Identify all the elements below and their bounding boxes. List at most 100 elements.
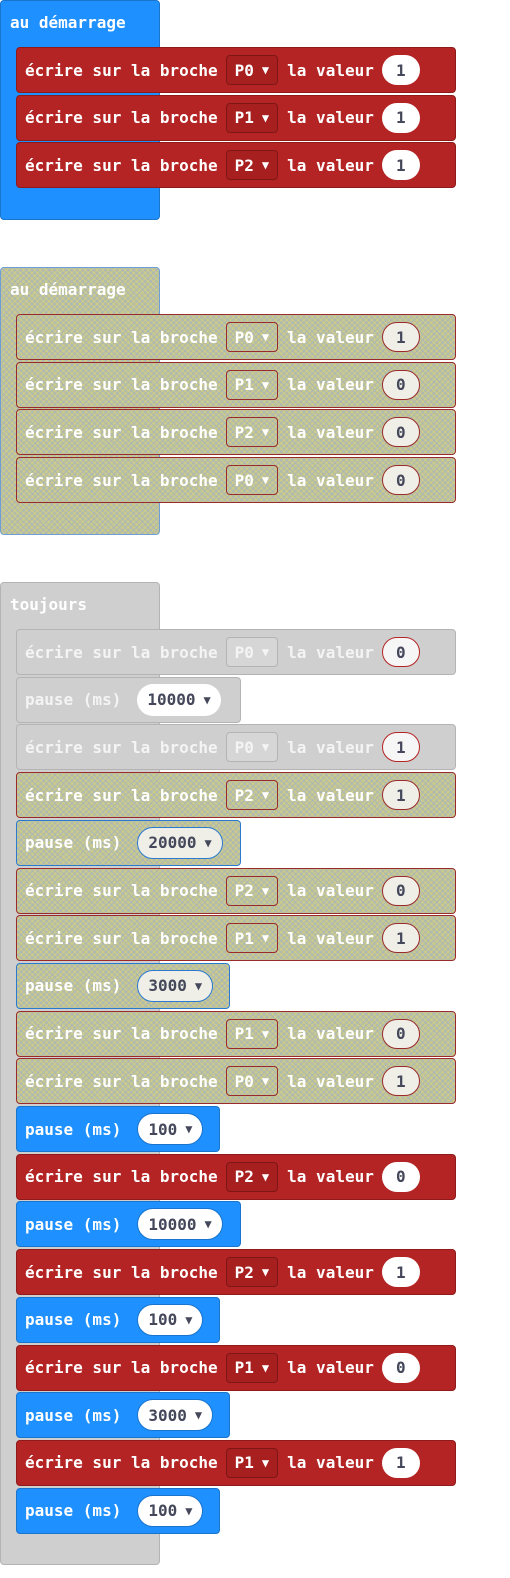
pin-dropdown[interactable]: P1 ▼: [225, 1018, 279, 1049]
pause-block[interactable]: pause (ms) 100 ▼: [16, 1106, 220, 1152]
duration-dropdown[interactable]: 10000 ▼: [137, 1208, 223, 1241]
pin-dropdown[interactable]: P0 ▼: [225, 1066, 279, 1097]
pin-dropdown[interactable]: P0 ▼: [225, 55, 279, 85]
pause-block[interactable]: pause (ms) 10000 ▼: [16, 1201, 241, 1248]
value-label: la valeur: [287, 1024, 374, 1044]
caret-down-icon: ▼: [185, 1312, 193, 1327]
pin-dropdown[interactable]: P0 ▼: [225, 637, 279, 667]
digital-write-block[interactable]: écrire sur la broche P1 ▼ la valeur 1: [16, 1439, 456, 1486]
digital-write-block[interactable]: écrire sur la broche P0 ▼ la valeur 0: [16, 457, 456, 504]
pause-label: pause (ms): [25, 690, 122, 710]
pin-dropdown[interactable]: P1 ▼: [225, 1447, 279, 1478]
digital-write-block[interactable]: écrire sur la broche P2 ▼ la valeur 1: [16, 142, 456, 189]
duration-dropdown[interactable]: 100 ▼: [137, 1303, 204, 1336]
digital-write-block[interactable]: écrire sur la broche P0 ▼ la valeur 1: [16, 724, 456, 771]
value-label: la valeur: [287, 108, 374, 128]
pause-block[interactable]: pause (ms) 3000 ▼: [16, 962, 230, 1009]
digital-write-block[interactable]: écrire sur la broche P1 ▼ la valeur 0: [16, 1010, 456, 1057]
caret-down-icon: ▼: [261, 883, 270, 898]
value-input[interactable]: 1: [381, 55, 420, 85]
value-input[interactable]: 1: [381, 1066, 420, 1097]
value-input[interactable]: 1: [381, 322, 420, 352]
digital-write-block[interactable]: écrire sur la broche P0 ▼ la valeur 1: [16, 1058, 456, 1105]
pin-value: P1: [234, 1024, 254, 1044]
digital-write-block[interactable]: écrire sur la broche P0 ▼ la valeur 1: [16, 314, 456, 360]
digital-write-block[interactable]: écrire sur la broche P1 ▼ la valeur 0: [16, 361, 456, 408]
value-input[interactable]: 0: [381, 875, 420, 906]
duration-dropdown[interactable]: 10000 ▼: [137, 683, 221, 716]
duration-dropdown[interactable]: 20000 ▼: [137, 826, 223, 859]
pause-block[interactable]: pause (ms) 10000 ▼: [16, 676, 241, 723]
value-input[interactable]: 0: [381, 417, 420, 448]
value-label: la valeur: [287, 1262, 374, 1282]
pause-label: pause (ms): [25, 1119, 122, 1139]
duration-value: 20000: [148, 833, 197, 853]
duration-value: 100: [148, 1501, 178, 1521]
digital-write-block[interactable]: écrire sur la broche P2 ▼ la valeur 1: [16, 772, 456, 819]
write-label: écrire sur la broche: [25, 108, 218, 128]
value-input[interactable]: 1: [381, 780, 420, 811]
write-label: écrire sur la broche: [25, 881, 218, 900]
pin-value: P2: [234, 1167, 254, 1187]
pin-dropdown[interactable]: P2 ▼: [225, 150, 279, 181]
pin-dropdown[interactable]: P0 ▼: [225, 322, 279, 352]
write-label: écrire sur la broche: [25, 737, 218, 757]
digital-write-block[interactable]: écrire sur la broche P1 ▼ la valeur 0: [16, 1344, 456, 1391]
pin-dropdown[interactable]: P2 ▼: [225, 417, 279, 448]
pause-block[interactable]: pause (ms) 3000 ▼: [16, 1392, 230, 1439]
pin-dropdown[interactable]: P1 ▼: [225, 102, 279, 133]
write-label: écrire sur la broche: [25, 1358, 218, 1377]
write-label: écrire sur la broche: [25, 642, 218, 662]
value-input[interactable]: 1: [381, 923, 420, 954]
pin-value: P1: [234, 1453, 254, 1473]
duration-dropdown[interactable]: 3000 ▼: [137, 1399, 214, 1432]
duration-value: 10000: [148, 1214, 197, 1234]
write-label: écrire sur la broche: [25, 1167, 218, 1187]
pin-value: P2: [234, 422, 254, 442]
pin-value: P2: [234, 155, 254, 175]
pause-label: pause (ms): [25, 1405, 122, 1425]
pin-dropdown[interactable]: P0 ▼: [225, 732, 279, 763]
value-input[interactable]: 0: [381, 369, 420, 400]
caret-down-icon: ▼: [261, 63, 270, 77]
value-input[interactable]: 1: [381, 732, 420, 763]
pin-dropdown[interactable]: P1 ▼: [225, 923, 279, 954]
caret-down-icon: ▼: [261, 1074, 270, 1089]
value-input[interactable]: 0: [381, 1018, 420, 1049]
pin-dropdown[interactable]: P2 ▼: [225, 780, 279, 811]
pin-dropdown[interactable]: P2 ▼: [225, 875, 279, 906]
value-input[interactable]: 0: [381, 637, 420, 667]
pin-dropdown[interactable]: P2 ▼: [225, 1161, 279, 1192]
pin-dropdown[interactable]: P1 ▼: [225, 1352, 279, 1383]
pause-block[interactable]: pause (ms) 20000 ▼: [16, 819, 241, 866]
value-input[interactable]: 0: [381, 1161, 420, 1192]
pin-dropdown[interactable]: P0 ▼: [225, 465, 279, 496]
write-label: écrire sur la broche: [25, 155, 218, 175]
digital-write-block[interactable]: écrire sur la broche P2 ▼ la valeur 0: [16, 409, 456, 456]
digital-write-block[interactable]: écrire sur la broche P0 ▼ la valeur 0: [16, 629, 456, 675]
digital-write-block[interactable]: écrire sur la broche P2 ▼ la valeur 1: [16, 1249, 456, 1296]
duration-dropdown[interactable]: 3000 ▼: [137, 969, 214, 1002]
pin-dropdown[interactable]: P2 ▼: [225, 1257, 279, 1288]
digital-write-block[interactable]: écrire sur la broche P1 ▼ la valeur 1: [16, 915, 456, 962]
duration-dropdown[interactable]: 100 ▼: [137, 1113, 204, 1145]
caret-down-icon: ▼: [261, 425, 270, 440]
digital-write-block[interactable]: écrire sur la broche P2 ▼ la valeur 0: [16, 867, 456, 914]
value-input[interactable]: 1: [381, 1447, 420, 1478]
value-input[interactable]: 1: [381, 1257, 420, 1288]
pin-value: P0: [234, 60, 254, 80]
pause-block[interactable]: pause (ms) 100 ▼: [16, 1487, 220, 1534]
write-label: écrire sur la broche: [25, 1453, 218, 1473]
value-input[interactable]: 0: [381, 1352, 420, 1383]
pin-dropdown[interactable]: P1 ▼: [225, 369, 279, 400]
value-input[interactable]: 0: [381, 465, 420, 496]
digital-write-block[interactable]: écrire sur la broche P0 ▼ la valeur 1: [16, 47, 456, 93]
digital-write-block[interactable]: écrire sur la broche P2 ▼ la valeur 0: [16, 1153, 456, 1200]
value-input[interactable]: 1: [381, 150, 420, 181]
digital-write-block[interactable]: écrire sur la broche P1 ▼ la valeur 1: [16, 94, 456, 141]
value-input[interactable]: 1: [381, 102, 420, 133]
value-label: la valeur: [287, 375, 374, 395]
write-label: écrire sur la broche: [25, 327, 218, 347]
pause-block[interactable]: pause (ms) 100 ▼: [16, 1296, 220, 1343]
duration-dropdown[interactable]: 100 ▼: [137, 1494, 204, 1527]
